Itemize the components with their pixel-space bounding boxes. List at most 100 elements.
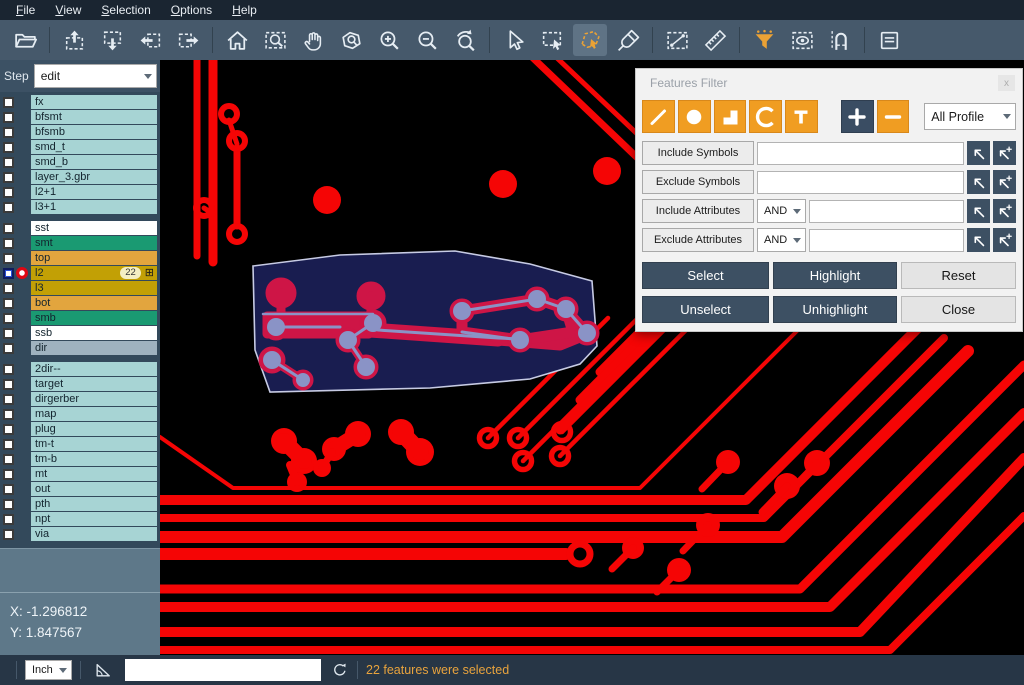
layer-name[interactable]: mt xyxy=(31,467,157,481)
layer-visibility-checkbox[interactable] xyxy=(3,268,14,279)
layer-row-smd_b[interactable]: smd_b xyxy=(0,155,160,169)
layer-indicator[interactable] xyxy=(14,527,31,541)
exclude-symbols-input[interactable] xyxy=(757,171,964,194)
zoom-out-icon[interactable] xyxy=(410,24,444,56)
layer-name[interactable]: via xyxy=(31,527,157,541)
layer-indicator[interactable] xyxy=(14,251,31,265)
layer-name[interactable]: ssb xyxy=(31,326,157,340)
zoom-previous-icon[interactable] xyxy=(448,24,482,56)
layer-visibility-checkbox[interactable] xyxy=(3,439,14,450)
active-layer-indicator[interactable] xyxy=(14,266,31,280)
filter-negative-button[interactable] xyxy=(877,100,910,133)
layer-name[interactable]: bot xyxy=(31,296,157,310)
layer-row-fx[interactable]: fx xyxy=(0,95,160,109)
grid-icon[interactable]: ⊞ xyxy=(145,267,154,279)
layer-row-bfsmb[interactable]: bfsmb xyxy=(0,125,160,139)
layer-name[interactable]: top xyxy=(31,251,157,265)
layer-name[interactable]: sst xyxy=(31,221,157,235)
step-down-icon[interactable] xyxy=(95,24,129,56)
layer-visibility-checkbox[interactable] xyxy=(3,172,14,183)
include-attributes-operator-select[interactable]: AND xyxy=(757,199,806,223)
layer-name[interactable]: smd_t xyxy=(31,140,157,154)
snap-magnet-icon[interactable] xyxy=(823,24,857,56)
command-input[interactable] xyxy=(125,659,321,681)
zoom-selection-icon[interactable] xyxy=(334,24,368,56)
layer-visibility-checkbox[interactable] xyxy=(3,328,14,339)
step-right-icon[interactable] xyxy=(171,24,205,56)
layer-indicator[interactable] xyxy=(14,170,31,184)
layer-indicator[interactable] xyxy=(14,155,31,169)
layer-row-out[interactable]: out xyxy=(0,482,160,496)
layer-name[interactable]: target xyxy=(31,377,157,391)
include-attributes-input[interactable] xyxy=(809,200,964,223)
layer-visibility-checkbox[interactable] xyxy=(3,499,14,510)
menu-view[interactable]: View xyxy=(45,0,91,20)
layer-name[interactable]: smd_b xyxy=(31,155,157,169)
layer-name[interactable]: pth xyxy=(31,497,157,511)
ruler-icon[interactable] xyxy=(698,24,732,56)
layer-row-sst[interactable]: sst xyxy=(0,221,160,235)
layer-indicator[interactable] xyxy=(14,497,31,511)
layer-visibility-checkbox[interactable] xyxy=(3,142,14,153)
layer-indicator[interactable] xyxy=(14,95,31,109)
layer-name[interactable]: npt xyxy=(31,512,157,526)
layer-name[interactable]: l3 xyxy=(31,281,157,295)
layer-indicator[interactable] xyxy=(14,326,31,340)
open-file-icon[interactable] xyxy=(8,24,42,56)
pick-add-from-canvas-icon[interactable] xyxy=(993,228,1016,252)
layer-row-tm-b[interactable]: tm-b xyxy=(0,452,160,466)
layer-indicator[interactable] xyxy=(14,452,31,466)
layer-name[interactable]: bfsmb xyxy=(31,125,157,139)
layer-row-bot[interactable]: bot xyxy=(0,296,160,310)
layer-visibility-checkbox[interactable] xyxy=(3,343,14,354)
layer-indicator[interactable] xyxy=(14,281,31,295)
layer-row-plug[interactable]: plug xyxy=(0,422,160,436)
exclude-symbols-button[interactable]: Exclude Symbols xyxy=(642,170,754,194)
layer-row-layer_3.gbr[interactable]: layer_3.gbr xyxy=(0,170,160,184)
layer-name[interactable]: l222⊞ xyxy=(31,266,157,280)
layer-indicator[interactable] xyxy=(14,125,31,139)
step-left-icon[interactable] xyxy=(133,24,167,56)
layer-visibility-checkbox[interactable] xyxy=(3,394,14,405)
pick-from-canvas-icon[interactable] xyxy=(967,141,990,165)
zoom-in-icon[interactable] xyxy=(372,24,406,56)
layer-row-smb[interactable]: smb xyxy=(0,311,160,325)
layer-indicator[interactable] xyxy=(14,296,31,310)
layer-name[interactable]: fx xyxy=(31,95,157,109)
layer-indicator[interactable] xyxy=(14,200,31,214)
reset-button[interactable]: Reset xyxy=(901,262,1016,289)
layer-row-dirgerber[interactable]: dirgerber xyxy=(0,392,160,406)
pick-from-canvas-icon[interactable] xyxy=(967,228,990,252)
layer-indicator[interactable] xyxy=(14,512,31,526)
zoom-window-icon[interactable] xyxy=(258,24,292,56)
home-view-icon[interactable] xyxy=(220,24,254,56)
layer-visibility-checkbox[interactable] xyxy=(3,313,14,324)
pick-from-canvas-icon[interactable] xyxy=(967,199,990,223)
layer-name[interactable]: dir xyxy=(31,341,157,355)
units-select[interactable]: Inch xyxy=(25,660,72,680)
layer-name[interactable]: layer_3.gbr xyxy=(31,170,157,184)
layer-visibility-checkbox[interactable] xyxy=(3,379,14,390)
layer-visibility-checkbox[interactable] xyxy=(3,127,14,138)
features-filter-icon[interactable] xyxy=(747,24,781,56)
layer-row-target[interactable]: target xyxy=(0,377,160,391)
layer-indicator[interactable] xyxy=(14,392,31,406)
layer-row-npt[interactable]: npt xyxy=(0,512,160,526)
layer-name[interactable]: tm-t xyxy=(31,437,157,451)
filter-lines-button[interactable] xyxy=(642,100,675,133)
filter-surfaces-button[interactable] xyxy=(714,100,747,133)
layer-visibility-checkbox[interactable] xyxy=(3,187,14,198)
layer-visibility-checkbox[interactable] xyxy=(3,283,14,294)
layer-name[interactable]: smb xyxy=(31,311,157,325)
layer-visibility-checkbox[interactable] xyxy=(3,364,14,375)
layer-name[interactable]: plug xyxy=(31,422,157,436)
layer-visibility-checkbox[interactable] xyxy=(3,454,14,465)
include-symbols-button[interactable]: Include Symbols xyxy=(642,141,754,165)
filter-positive-button[interactable] xyxy=(841,100,874,133)
layer-indicator[interactable] xyxy=(14,422,31,436)
selection-region[interactable] xyxy=(253,251,599,392)
layer-indicator[interactable] xyxy=(14,185,31,199)
layer-row-smt[interactable]: smt xyxy=(0,236,160,250)
pan-hand-icon[interactable] xyxy=(296,24,330,56)
layer-name[interactable]: bfsmt xyxy=(31,110,157,124)
